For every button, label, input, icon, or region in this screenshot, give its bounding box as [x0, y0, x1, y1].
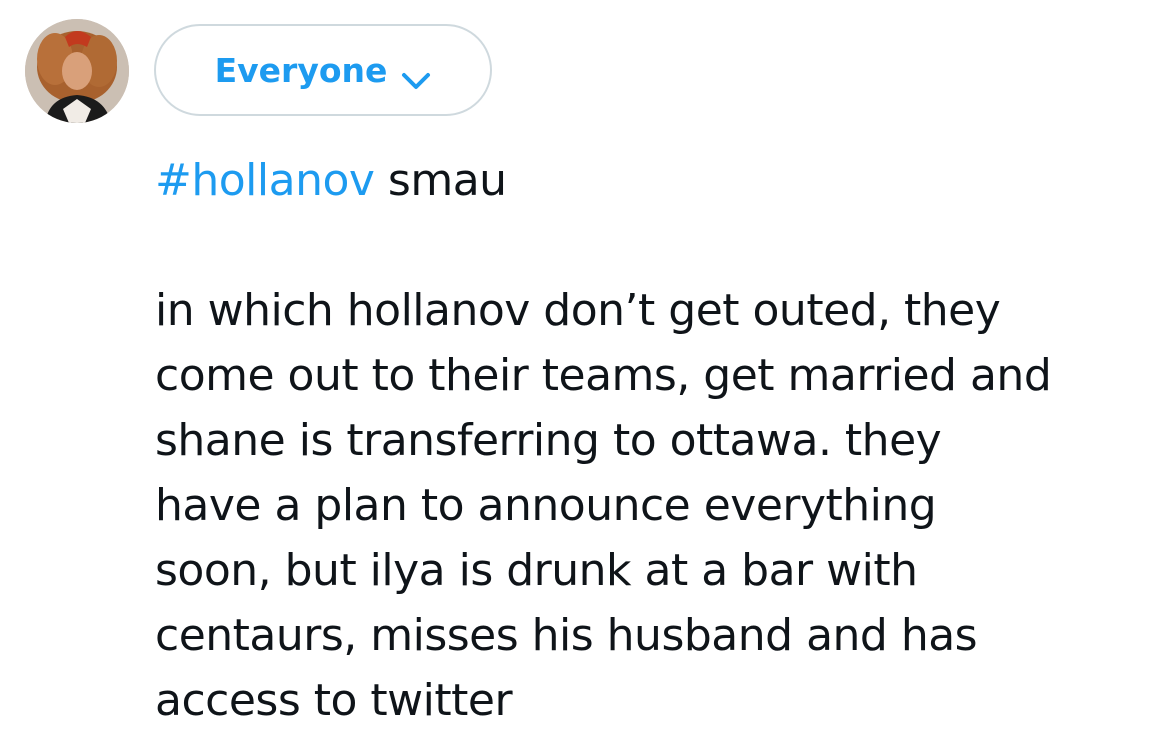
user-avatar[interactable]: [25, 19, 129, 123]
tweet-first-line: #hollanov smau: [155, 148, 1145, 213]
tweet-body-line: soon, but ilya is drunk at a bar with: [155, 545, 918, 596]
tweet-body-line: in which hollanov don’t get outed, they: [155, 285, 1001, 336]
tweet-text-area[interactable]: #hollanov smau in which hollanov don’t g…: [155, 148, 1145, 733]
tweet-first-line-text: smau: [374, 155, 507, 206]
hashtag-link[interactable]: #hollanov: [155, 155, 375, 206]
chevron-down-icon: [401, 60, 431, 89]
tweet-body-line: shane is transferring to ottawa. they: [155, 415, 942, 466]
tweet-body-line: come out to their teams, get married and: [155, 350, 1052, 401]
audience-label: Everyone: [214, 50, 388, 90]
avatar-image: [25, 19, 129, 123]
tweet-body-line: have a plan to announce everything: [155, 480, 937, 531]
tweet-body-line: access to twitter: [155, 675, 513, 726]
audience-selector-button[interactable]: Everyone: [154, 24, 492, 116]
tweet-body-line: centaurs, misses his husband and has: [155, 610, 978, 661]
